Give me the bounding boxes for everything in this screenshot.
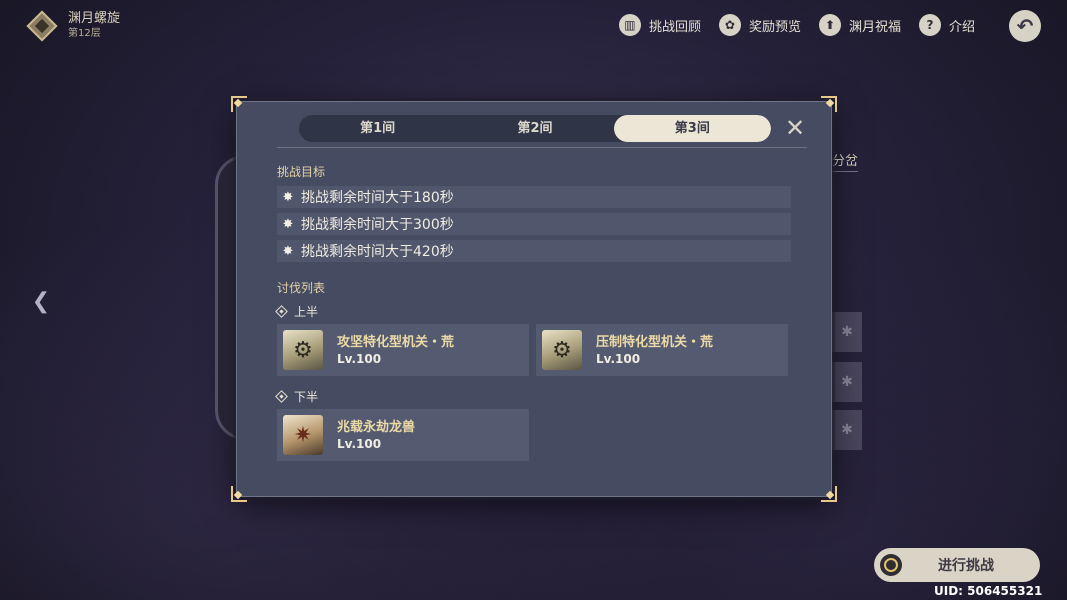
tab-chamber-2[interactable]: 第2间: [456, 115, 613, 142]
introduction-button[interactable]: ? 介绍: [918, 14, 975, 36]
back-button[interactable]: ↶: [1009, 10, 1041, 42]
chamber-details-modal: 第1间 第2间 第3间 ✕ 挑战目标 ✸ 挑战剩余时间大于180秒 ✸ 挑战剩余…: [231, 96, 837, 502]
goal-row: ✸ 挑战剩余时间大于180秒: [277, 186, 791, 208]
corner-ornament: [821, 96, 837, 112]
dragon-portrait-icon: ✷: [283, 415, 323, 455]
enemy-level: Lv.100: [337, 351, 382, 366]
tab-chamber-1[interactable]: 第1间: [299, 115, 456, 142]
previous-chevron-icon[interactable]: ❮: [30, 288, 52, 314]
enemy-name: 攻坚特化型机关・荒: [337, 334, 455, 350]
close-button[interactable]: ✕: [782, 115, 808, 141]
goal-row: ✸ 挑战剩余时间大于420秒: [277, 240, 791, 262]
challenge-review-label: 挑战回顾: [648, 19, 701, 35]
corner-ornament: [231, 486, 247, 502]
ruin-machine-portrait-icon: ⚙: [283, 330, 323, 370]
enemy-card[interactable]: ✷ 兆载永劫龙兽 Lv.100: [277, 409, 529, 461]
enemy-level: Lv.100: [337, 436, 382, 451]
enemy-list-title: 讨伐列表: [277, 281, 326, 295]
uid-label: UID: 506455321: [934, 584, 1043, 598]
goal-text: 挑战剩余时间大于300秒: [301, 217, 454, 233]
chamber-tabs: 第1间 第2间 第3间: [299, 115, 771, 142]
upgrade-arrow-icon: ⬆: [818, 14, 841, 36]
second-half-text: 下半: [294, 390, 319, 404]
divider: [277, 147, 807, 148]
ruin-machine-portrait-icon: ⚙: [542, 330, 582, 370]
star-icon: ✸: [282, 189, 294, 205]
corner-ornament: [821, 486, 837, 502]
goal-text: 挑战剩余时间大于180秒: [301, 190, 454, 206]
start-challenge-label: 进行挑战: [938, 558, 994, 574]
book-icon: ▥: [618, 14, 641, 36]
goal-text: 挑战剩余时间大于420秒: [301, 244, 454, 260]
abyss-emblem-icon: [26, 10, 58, 42]
first-half-label: 上半: [275, 303, 319, 320]
goals-title: 挑战目标: [277, 165, 326, 179]
star-icon: ✸: [282, 243, 294, 259]
background-branch-label: 分岔: [832, 150, 859, 172]
star-icon: ✸: [282, 216, 294, 232]
challenge-review-button[interactable]: ▥ 挑战回顾: [618, 14, 701, 36]
second-half-label: 下半: [275, 388, 319, 405]
enemy-name: 兆载永劫龙兽: [337, 419, 416, 435]
top-menu: ▥ 挑战回顾 ✿ 奖励预览 ⬆ 渊月祝福 ? 介绍: [618, 14, 975, 36]
background-star-slot: ✱: [832, 362, 862, 402]
reward-preview-button[interactable]: ✿ 奖励预览: [718, 14, 801, 36]
confirm-ring-icon: [880, 554, 902, 576]
enemy-card[interactable]: ⚙ 攻坚特化型机关・荒 Lv.100: [277, 324, 529, 376]
floor-info: 渊月螺旋 第12层: [26, 10, 120, 42]
enemy-level: Lv.100: [596, 351, 641, 366]
floor-number: 第12层: [68, 28, 101, 39]
floor-title: 渊月螺旋: [68, 11, 121, 26]
tab-chamber-3[interactable]: 第3间: [613, 115, 771, 142]
start-challenge-button[interactable]: 进行挑战: [874, 548, 1040, 582]
enemy-card[interactable]: ⚙ 压制特化型机关・荒 Lv.100: [536, 324, 788, 376]
blessing-button[interactable]: ⬆ 渊月祝福: [818, 14, 901, 36]
corner-ornament: [231, 96, 247, 112]
first-half-text: 上半: [294, 305, 319, 319]
background-star-slot: ✱: [832, 410, 862, 450]
introduction-label: 介绍: [948, 19, 975, 35]
diamond-icon: [275, 390, 288, 403]
background-star-slot: ✱: [832, 312, 862, 352]
enemy-name: 压制特化型机关・荒: [596, 334, 714, 350]
gear-flower-icon: ✿: [718, 14, 741, 36]
blessing-label: 渊月祝福: [848, 19, 901, 35]
diamond-icon: [275, 305, 288, 318]
question-icon: ?: [918, 14, 941, 36]
reward-preview-label: 奖励预览: [748, 19, 801, 35]
goal-row: ✸ 挑战剩余时间大于300秒: [277, 213, 791, 235]
